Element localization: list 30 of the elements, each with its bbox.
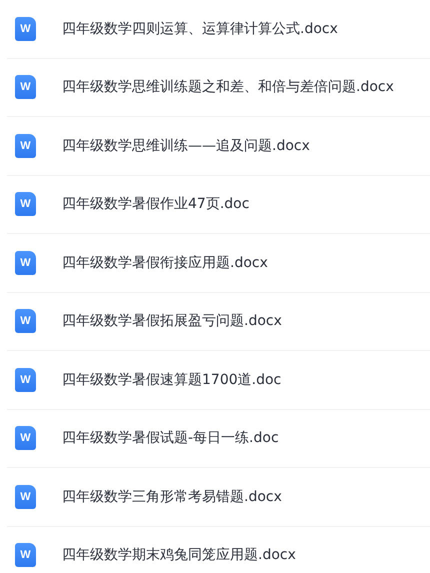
file-name: 四年级数学暑假拓展盈亏问题.docx [62, 312, 282, 330]
file-name: 四年级数学暑假试题-每日一练.doc [62, 429, 279, 448]
file-row[interactable]: W 四年级数学三角形常考易错题.docx [7, 468, 430, 526]
word-document-icon: W [15, 543, 36, 568]
file-row[interactable]: W 四年级数学暑假试题-每日一练.doc [7, 410, 430, 468]
file-name: 四年级数学暑假作业47页.doc [62, 195, 250, 214]
file-name: 四年级数学思维训练——追及问题.docx [62, 136, 310, 155]
word-document-icon: W [15, 309, 36, 334]
file-name: 四年级数学三角形常考易错题.docx [62, 488, 282, 506]
file-row[interactable]: W 四年级数学思维训练——追及问题.docx [7, 117, 430, 176]
word-document-icon: W [15, 484, 36, 509]
word-document-icon: W [15, 250, 36, 275]
file-row[interactable]: W 四年级数学思维训练题之和差、和倍与差倍问题.docx [7, 58, 430, 117]
word-document-icon: W [15, 192, 36, 216]
file-row[interactable]: W 四年级数学暑假衔接应用题.docx [7, 234, 430, 292]
file-name: 四年级数学暑假速算题1700道.doc [62, 370, 282, 389]
file-row[interactable]: W 四年级数学四则运算、运算律计算公式.docx [7, 0, 430, 58]
file-row[interactable]: W 四年级数学期末鸡兔同笼应用题.docx [7, 526, 430, 573]
file-row[interactable]: W 四年级数学暑假速算题1700道.doc [7, 351, 430, 410]
word-document-icon: W [15, 426, 36, 450]
word-document-icon: W [15, 368, 36, 392]
file-name: 四年级数学四则运算、运算律计算公式.docx [62, 20, 338, 38]
word-document-icon: W [15, 16, 36, 41]
file-row[interactable]: W 四年级数学暑假作业47页.doc [7, 176, 430, 234]
file-row[interactable]: W 四年级数学暑假拓展盈亏问题.docx [7, 292, 430, 351]
file-name: 四年级数学暑假衔接应用题.docx [62, 254, 268, 272]
file-name: 四年级数学思维训练题之和差、和倍与差倍问题.docx [62, 78, 394, 96]
word-document-icon: W [15, 75, 36, 100]
file-name: 四年级数学期末鸡兔同笼应用题.docx [62, 546, 296, 564]
word-document-icon: W [15, 134, 36, 158]
